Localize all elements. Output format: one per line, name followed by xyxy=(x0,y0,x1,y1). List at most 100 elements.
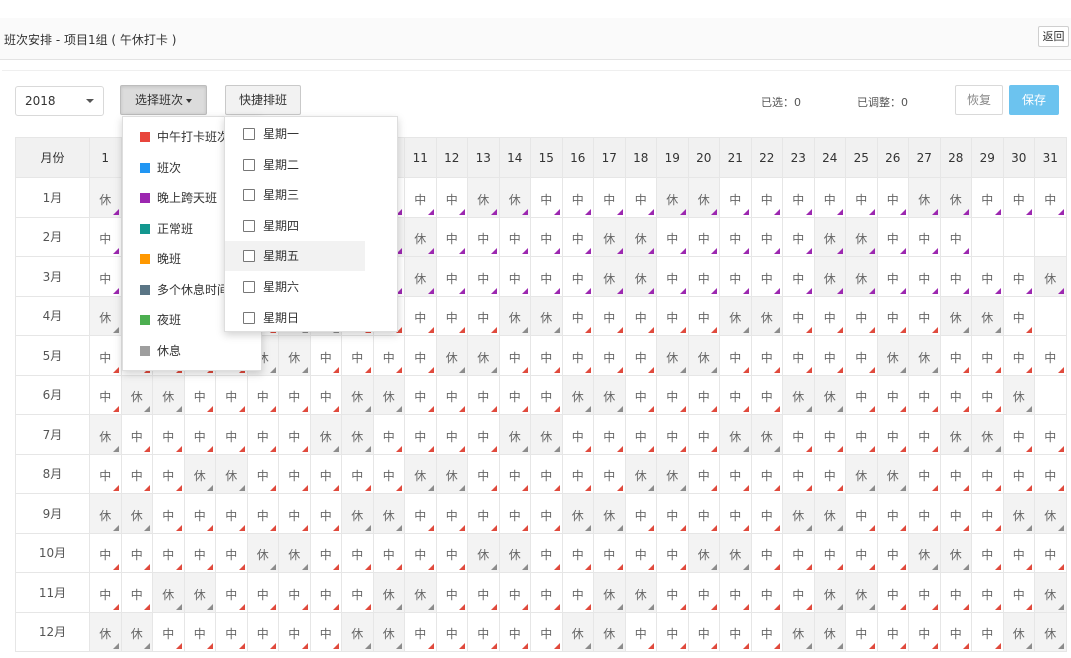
shift-day-cell[interactable]: 中 xyxy=(845,177,878,218)
shift-day-cell[interactable]: 中 xyxy=(435,572,468,613)
rest-day-cell[interactable]: 休 xyxy=(782,611,815,652)
shift-day-cell[interactable]: 中 xyxy=(624,374,657,415)
rest-day-cell[interactable]: 休 xyxy=(404,453,437,494)
shift-day-cell[interactable]: 中 xyxy=(971,611,1004,652)
shift-day-cell[interactable]: 中 xyxy=(813,335,846,376)
shift-day-cell[interactable]: 中 xyxy=(750,335,783,376)
shift-day-cell[interactable]: 中 xyxy=(341,453,374,494)
shift-day-cell[interactable]: 中 xyxy=(876,295,909,336)
shift-day-cell[interactable]: 中 xyxy=(876,532,909,573)
shift-day-cell[interactable]: 中 xyxy=(404,295,437,336)
shift-day-cell[interactable]: 中 xyxy=(656,374,689,415)
shift-day-cell[interactable]: 中 xyxy=(908,374,941,415)
shift-day-cell[interactable]: 中 xyxy=(467,295,500,336)
rest-day-cell[interactable]: 休 xyxy=(435,453,468,494)
shift-day-cell[interactable]: 中 xyxy=(687,611,720,652)
shift-day-cell[interactable]: 中 xyxy=(845,335,878,376)
shift-day-cell[interactable]: 中 xyxy=(467,611,500,652)
rest-day-cell[interactable]: 休 xyxy=(1002,493,1035,534)
shift-day-cell[interactable]: 中 xyxy=(561,572,594,613)
rest-day-cell[interactable]: 休 xyxy=(89,177,122,218)
shift-day-cell[interactable]: 中 xyxy=(309,532,342,573)
shift-day-cell[interactable]: 中 xyxy=(278,453,311,494)
shift-day-cell[interactable]: 中 xyxy=(719,177,752,218)
shift-day-cell[interactable]: 中 xyxy=(1002,453,1035,494)
shift-day-cell[interactable]: 中 xyxy=(215,532,248,573)
shift-day-cell[interactable]: 中 xyxy=(498,572,531,613)
shift-day-cell[interactable]: 中 xyxy=(561,414,594,455)
rest-day-cell[interactable]: 休 xyxy=(624,216,657,257)
checkbox-icon[interactable] xyxy=(243,189,255,202)
shift-day-cell[interactable]: 中 xyxy=(246,572,279,613)
rest-day-cell[interactable]: 休 xyxy=(782,374,815,415)
shift-day-cell[interactable]: 中 xyxy=(939,493,972,534)
rest-day-cell[interactable]: 休 xyxy=(183,572,216,613)
rest-day-cell[interactable]: 休 xyxy=(782,493,815,534)
shift-day-cell[interactable]: 中 xyxy=(561,295,594,336)
rest-day-cell[interactable]: 休 xyxy=(624,256,657,297)
shift-day-cell[interactable]: 中 xyxy=(845,532,878,573)
shift-day-cell[interactable]: 中 xyxy=(215,493,248,534)
shift-day-cell[interactable]: 中 xyxy=(687,256,720,297)
rest-day-cell[interactable]: 休 xyxy=(656,453,689,494)
rest-day-cell[interactable]: 休 xyxy=(1034,493,1067,534)
rest-day-cell[interactable]: 休 xyxy=(341,414,374,455)
shift-day-cell[interactable]: 中 xyxy=(719,611,752,652)
save-button[interactable]: 保存 xyxy=(1009,85,1059,115)
shift-day-cell[interactable]: 中 xyxy=(782,295,815,336)
shift-day-cell[interactable]: 中 xyxy=(656,611,689,652)
shift-day-cell[interactable]: 中 xyxy=(656,572,689,613)
rest-day-cell[interactable]: 休 xyxy=(530,414,563,455)
shift-day-cell[interactable]: 中 xyxy=(467,453,500,494)
shift-day-cell[interactable]: 中 xyxy=(120,414,153,455)
shift-day-cell[interactable]: 中 xyxy=(89,572,122,613)
shift-day-cell[interactable]: 中 xyxy=(278,493,311,534)
shift-day-cell[interactable]: 中 xyxy=(656,256,689,297)
shift-day-cell[interactable]: 中 xyxy=(530,374,563,415)
shift-day-cell[interactable]: 中 xyxy=(561,256,594,297)
shift-day-cell[interactable]: 中 xyxy=(687,414,720,455)
rest-day-cell[interactable]: 休 xyxy=(435,335,468,376)
shift-day-cell[interactable]: 中 xyxy=(939,572,972,613)
rest-day-cell[interactable]: 休 xyxy=(530,295,563,336)
shift-day-cell[interactable]: 中 xyxy=(278,572,311,613)
rest-day-cell[interactable]: 休 xyxy=(1034,256,1067,297)
rest-day-cell[interactable]: 休 xyxy=(120,611,153,652)
shift-day-cell[interactable]: 中 xyxy=(404,532,437,573)
shift-day-cell[interactable]: 中 xyxy=(309,611,342,652)
shift-day-cell[interactable]: 中 xyxy=(561,453,594,494)
shift-day-cell[interactable]: 中 xyxy=(845,374,878,415)
shift-day-cell[interactable]: 中 xyxy=(656,414,689,455)
rest-day-cell[interactable]: 休 xyxy=(152,374,185,415)
rest-day-cell[interactable]: 休 xyxy=(813,572,846,613)
shift-day-cell[interactable]: 中 xyxy=(624,335,657,376)
shift-day-cell[interactable]: 中 xyxy=(719,493,752,534)
shift-day-cell[interactable]: 中 xyxy=(404,335,437,376)
rest-day-cell[interactable]: 休 xyxy=(876,453,909,494)
shift-day-cell[interactable]: 中 xyxy=(530,493,563,534)
weekday-option[interactable]: 星期二 xyxy=(225,150,399,180)
rest-day-cell[interactable]: 休 xyxy=(1002,611,1035,652)
rest-day-cell[interactable]: 休 xyxy=(278,335,311,376)
shift-day-cell[interactable]: 中 xyxy=(876,177,909,218)
rest-day-cell[interactable]: 休 xyxy=(939,177,972,218)
shift-day-cell[interactable]: 中 xyxy=(467,493,500,534)
shift-day-cell[interactable]: 中 xyxy=(530,256,563,297)
shift-day-cell[interactable]: 中 xyxy=(498,335,531,376)
shift-day-cell[interactable]: 中 xyxy=(530,611,563,652)
shift-day-cell[interactable]: 中 xyxy=(782,335,815,376)
shift-option[interactable]: 休息 xyxy=(123,336,261,366)
rest-day-cell[interactable]: 休 xyxy=(750,414,783,455)
shift-day-cell[interactable]: 中 xyxy=(435,611,468,652)
rest-day-cell[interactable]: 休 xyxy=(750,295,783,336)
shift-day-cell[interactable]: 中 xyxy=(1034,453,1067,494)
rest-day-cell[interactable]: 休 xyxy=(656,177,689,218)
shift-day-cell[interactable]: 中 xyxy=(624,493,657,534)
shift-day-cell[interactable]: 中 xyxy=(152,414,185,455)
shift-day-cell[interactable]: 中 xyxy=(467,374,500,415)
rest-day-cell[interactable]: 休 xyxy=(120,374,153,415)
rest-day-cell[interactable]: 休 xyxy=(687,335,720,376)
rest-day-cell[interactable]: 休 xyxy=(624,453,657,494)
rest-day-cell[interactable]: 休 xyxy=(404,256,437,297)
rest-day-cell[interactable]: 休 xyxy=(498,414,531,455)
